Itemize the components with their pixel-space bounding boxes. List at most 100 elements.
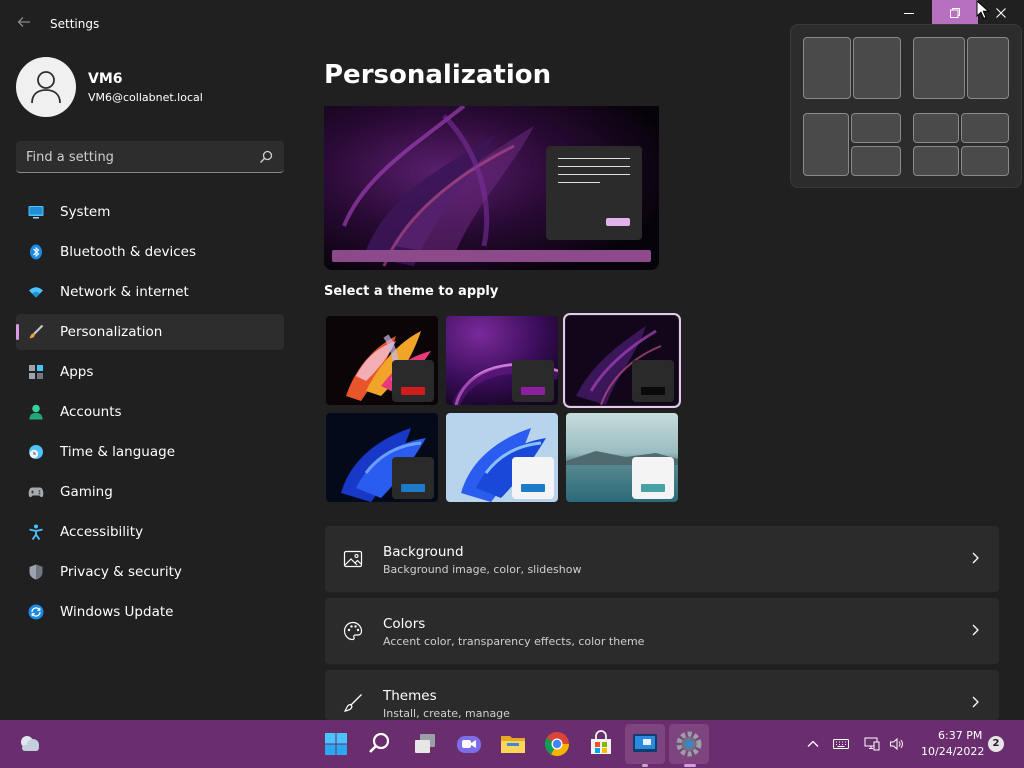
monitor-icon bbox=[28, 206, 44, 219]
theme-accent-badge bbox=[632, 360, 674, 402]
card-themes[interactable]: Themes Install, create, manage bbox=[325, 670, 999, 720]
notification-badge[interactable]: 2 bbox=[988, 736, 1004, 752]
theme-captured-motion[interactable] bbox=[563, 313, 681, 408]
snap-zone-quad-bottom-right[interactable] bbox=[961, 146, 1009, 176]
sidebar-item-accessibility[interactable]: Accessibility bbox=[16, 514, 284, 550]
back-arrow-icon bbox=[17, 17, 30, 27]
restore-icon bbox=[950, 8, 960, 18]
person-placeholder-icon bbox=[31, 71, 61, 104]
card-background[interactable]: Background Background image, color, slid… bbox=[325, 526, 999, 592]
settings-icon[interactable] bbox=[675, 730, 703, 758]
accessibility-icon bbox=[29, 524, 43, 540]
theme-accent-bar bbox=[521, 484, 545, 492]
mouse-cursor-icon bbox=[976, 0, 990, 20]
card-subtitle: Accent color, transparency effects, colo… bbox=[383, 635, 645, 648]
user-email: VM6@collabnet.local bbox=[88, 91, 203, 104]
palette-icon bbox=[343, 621, 363, 641]
theme-accent-bar bbox=[641, 484, 665, 492]
theme-accent-bar bbox=[401, 387, 425, 395]
bluetooth-icon bbox=[30, 244, 42, 260]
chevron-up-icon[interactable] bbox=[805, 736, 821, 752]
store-icon[interactable] bbox=[587, 730, 615, 758]
shield-icon bbox=[29, 564, 43, 580]
snap-zone-half-right[interactable] bbox=[853, 37, 901, 99]
chevron-right-icon bbox=[972, 552, 979, 564]
sidebar-nav: System Bluetooth & devices Network & int… bbox=[16, 194, 284, 634]
gamepad-icon bbox=[28, 487, 44, 498]
preview-text-line bbox=[558, 174, 630, 175]
sidebar-item-label: Windows Update bbox=[60, 604, 174, 620]
avatar bbox=[16, 57, 76, 117]
sidebar-item-bluetooth[interactable]: Bluetooth & devices bbox=[16, 234, 284, 270]
preview-accent-button bbox=[606, 218, 630, 226]
sidebar-item-privacy[interactable]: Privacy & security bbox=[16, 554, 284, 590]
sidebar-item-network[interactable]: Network & internet bbox=[16, 274, 284, 310]
snap-zone-quad-top-left[interactable] bbox=[913, 113, 959, 143]
theme-sunrise-lake[interactable] bbox=[566, 413, 678, 502]
snap-zone-quad-bottom-left[interactable] bbox=[913, 146, 959, 176]
image-icon bbox=[343, 550, 363, 568]
search-input[interactable] bbox=[26, 148, 246, 166]
search-box[interactable] bbox=[16, 141, 284, 173]
active-indicator bbox=[684, 764, 696, 767]
search-icon[interactable] bbox=[366, 730, 394, 758]
sidebar-item-system[interactable]: System bbox=[16, 194, 284, 230]
weather-icon[interactable] bbox=[16, 730, 44, 758]
sidebar-item-time-language[interactable]: Time & language bbox=[16, 434, 284, 470]
taskbar bbox=[0, 720, 1024, 768]
person-icon bbox=[29, 404, 43, 420]
sidebar-item-accounts[interactable]: Accounts bbox=[16, 394, 284, 430]
page-title: Personalization bbox=[324, 60, 552, 90]
sidebar-item-label: Time & language bbox=[60, 444, 176, 460]
sidebar-item-label: Apps bbox=[60, 364, 94, 380]
keyboard-icon[interactable] bbox=[833, 736, 849, 752]
card-colors[interactable]: Colors Accent color, transparency effect… bbox=[325, 598, 999, 664]
snap-zone-top-right[interactable] bbox=[851, 113, 901, 143]
sidebar-item-label: Accessibility bbox=[60, 524, 144, 540]
clock-globe-icon bbox=[29, 445, 43, 459]
snap-zone-narrow-right[interactable] bbox=[967, 37, 1009, 99]
theme-accent-bar bbox=[401, 484, 425, 492]
sidebar-item-apps[interactable]: Apps bbox=[16, 354, 284, 390]
card-subtitle: Install, create, manage bbox=[383, 707, 510, 720]
sidebar-item-label: Network & internet bbox=[60, 284, 189, 300]
chat-icon[interactable] bbox=[455, 730, 483, 758]
chrome-icon[interactable] bbox=[543, 730, 571, 758]
preview-text-line bbox=[558, 182, 600, 183]
running-indicator bbox=[642, 764, 648, 767]
user-name: VM6 bbox=[88, 71, 123, 87]
sidebar-item-windows-update[interactable]: Windows Update bbox=[16, 594, 284, 630]
search-icon bbox=[260, 150, 273, 163]
file-explorer-icon[interactable] bbox=[499, 730, 527, 758]
sidebar-item-label: Accounts bbox=[60, 404, 122, 420]
snap-zone-quad-top-right[interactable] bbox=[961, 113, 1009, 143]
close-icon bbox=[996, 8, 1006, 18]
snap-zone-half-left[interactable] bbox=[803, 37, 851, 99]
theme-windows-dark[interactable] bbox=[326, 413, 438, 502]
card-title: Colors bbox=[383, 616, 426, 632]
chevron-right-icon bbox=[972, 696, 979, 708]
sidebar-item-label: Privacy & security bbox=[60, 564, 182, 580]
theme-accent-badge bbox=[392, 360, 434, 402]
theme-flower[interactable] bbox=[326, 316, 438, 405]
snap-zone-bottom-right[interactable] bbox=[851, 146, 901, 176]
network-icon[interactable] bbox=[864, 736, 880, 752]
theme-windows-light[interactable] bbox=[446, 413, 558, 502]
start-icon[interactable] bbox=[322, 730, 350, 758]
theme-accent-badge bbox=[632, 457, 674, 499]
sidebar-item-label: Bluetooth & devices bbox=[60, 244, 197, 260]
clock-date[interactable]: 10/24/2022 bbox=[921, 745, 984, 758]
sidebar-item-personalization[interactable]: Personalization bbox=[16, 314, 284, 350]
volume-icon[interactable] bbox=[889, 736, 905, 752]
card-title: Themes bbox=[383, 688, 437, 704]
task-view-icon[interactable] bbox=[411, 730, 439, 758]
sidebar-item-gaming[interactable]: Gaming bbox=[16, 474, 284, 510]
clock-time[interactable]: 6:37 PM bbox=[938, 729, 982, 742]
snap-zone-left-column[interactable] bbox=[803, 113, 849, 176]
remote-desktop-icon[interactable] bbox=[631, 730, 659, 758]
theme-glow[interactable] bbox=[446, 316, 558, 405]
snap-zone-wide-left[interactable] bbox=[913, 37, 965, 99]
update-icon bbox=[28, 604, 44, 620]
back-button[interactable] bbox=[14, 14, 34, 34]
wifi-icon bbox=[29, 287, 43, 298]
